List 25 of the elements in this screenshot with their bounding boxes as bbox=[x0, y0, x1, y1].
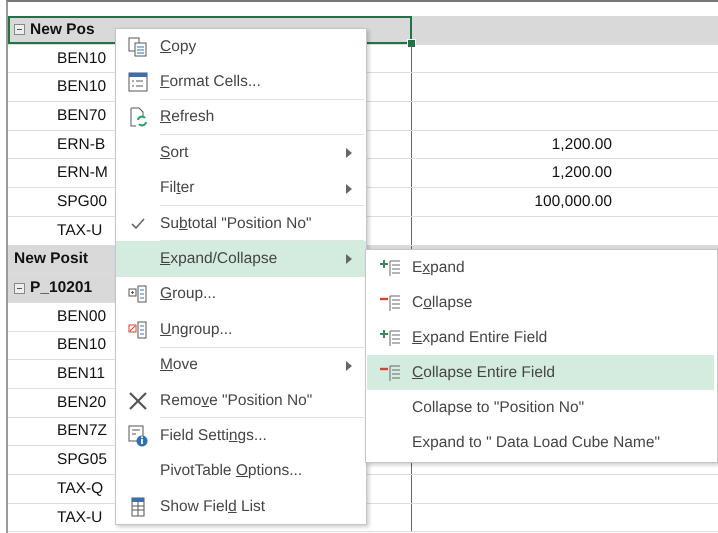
submenu-arrow-icon bbox=[346, 254, 352, 264]
refresh-icon bbox=[128, 107, 148, 128]
menu-item[interactable]: Expand/Collapse bbox=[116, 241, 366, 277]
check-icon bbox=[131, 218, 145, 230]
copy-icon bbox=[128, 36, 148, 57]
table-cell: 100,000.00 bbox=[534, 192, 612, 211]
table-cell: 1,200.00 bbox=[552, 136, 612, 154]
menu-item[interactable]: Collapse Entire Field bbox=[367, 355, 714, 390]
ungroup-icon bbox=[128, 320, 148, 339]
table-cell: 1,200.00 bbox=[552, 164, 612, 182]
submenu-arrow-icon bbox=[346, 360, 352, 371]
expand-icon bbox=[378, 328, 400, 346]
close-icon bbox=[128, 390, 148, 411]
expand-icon bbox=[378, 258, 400, 276]
submenu-arrow-icon bbox=[346, 148, 352, 158]
collapse-toggle-icon[interactable] bbox=[14, 282, 25, 294]
field-settings-icon bbox=[128, 424, 148, 447]
field-list-icon bbox=[131, 496, 145, 517]
fill-handle[interactable] bbox=[407, 38, 416, 48]
collapse-icon bbox=[378, 294, 400, 312]
submenu-arrow-icon bbox=[346, 184, 352, 194]
format-cells-icon bbox=[128, 72, 148, 92]
group-icon bbox=[128, 285, 148, 304]
collapse-toggle-icon[interactable] bbox=[14, 24, 25, 36]
collapse-icon bbox=[378, 364, 400, 382]
